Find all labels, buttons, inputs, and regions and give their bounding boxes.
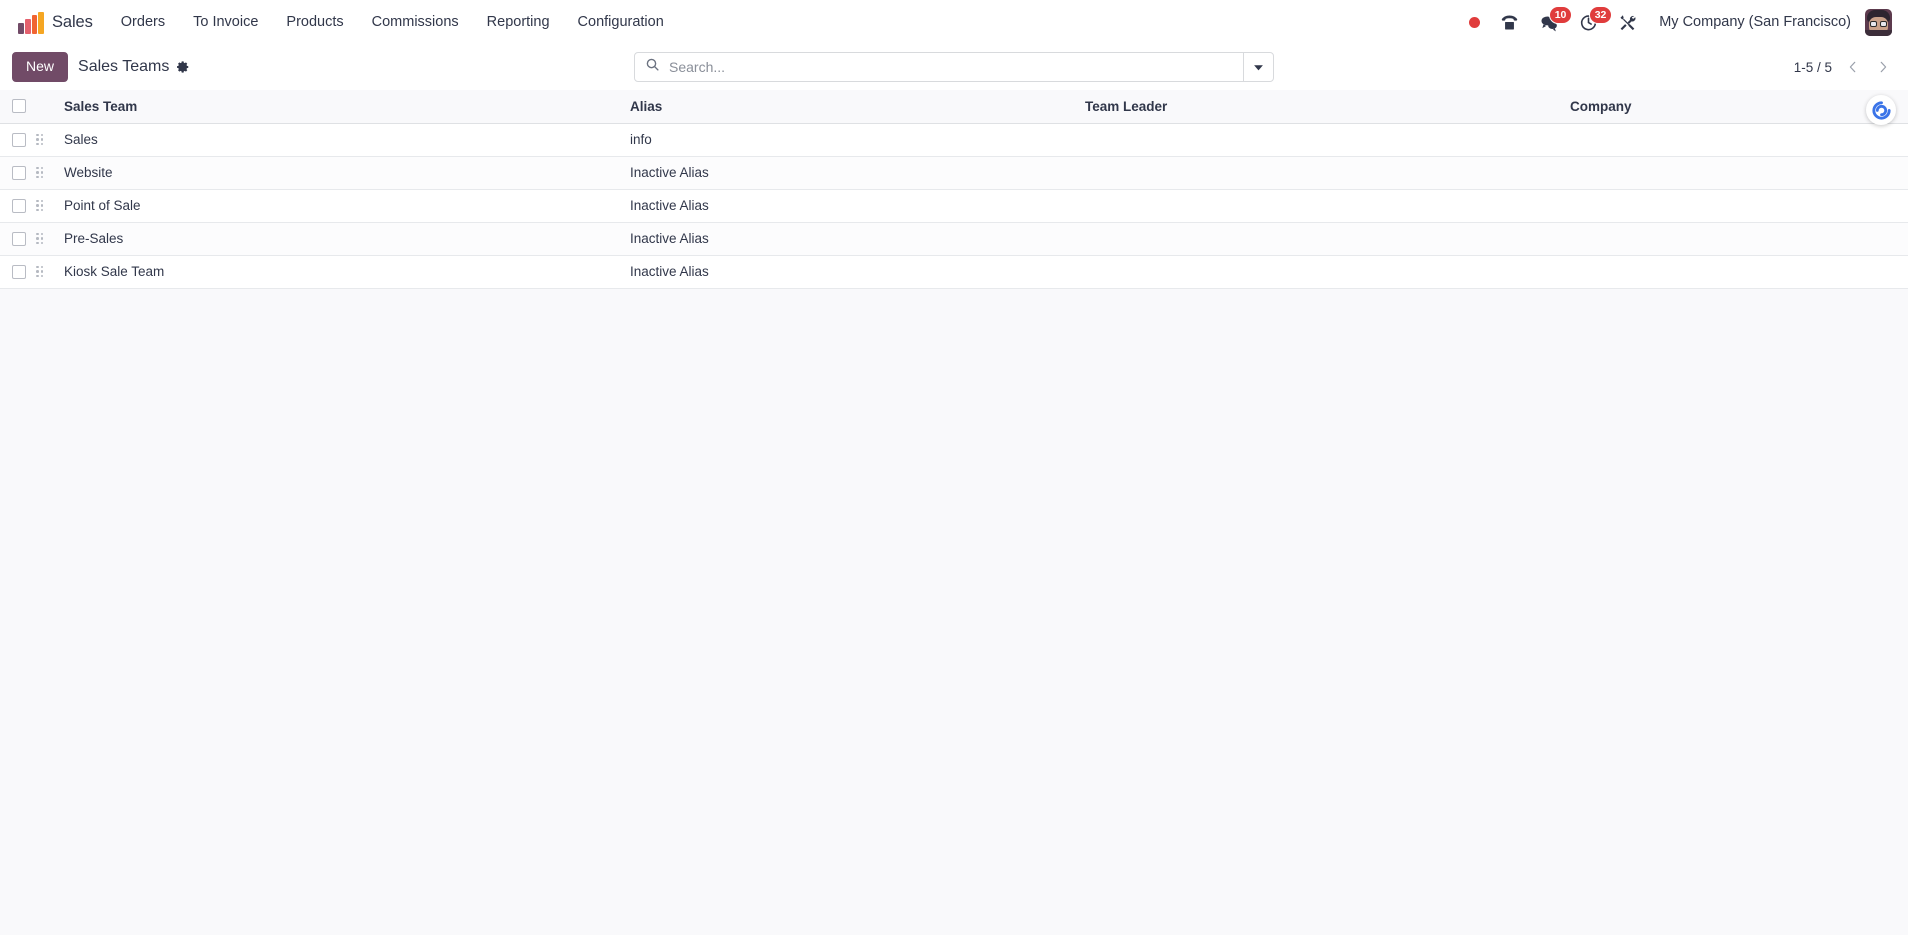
menu-commissions[interactable]: Commissions	[358, 0, 473, 45]
column-header-company[interactable]: Company	[1562, 90, 1908, 124]
breadcrumb: Sales Teams	[78, 58, 191, 76]
cell-team-leader[interactable]	[1077, 222, 1562, 256]
systray: 10 32 My Company (San Francisco)	[1459, 0, 1898, 45]
cell-company[interactable]	[1562, 222, 1908, 256]
control-panel-right: 1-5 / 5	[1790, 54, 1896, 80]
handle-header-cell	[36, 90, 56, 124]
drag-handle-icon[interactable]	[36, 232, 45, 245]
search-input-wrapper[interactable]	[635, 53, 1243, 81]
menu-orders[interactable]: Orders	[107, 0, 179, 45]
row-select-checkbox[interactable]	[12, 231, 26, 246]
row-select-cell	[0, 189, 36, 223]
drag-handle-icon[interactable]	[36, 265, 45, 278]
recording-indicator-icon[interactable]	[1459, 0, 1490, 45]
row-select-cell	[0, 156, 36, 190]
pager-previous-button[interactable]	[1840, 54, 1866, 80]
messages-icon[interactable]: 10	[1529, 0, 1572, 45]
pager-next-button[interactable]	[1870, 54, 1896, 80]
sales-bar-chart-logo	[18, 11, 44, 34]
search-dropdown-toggle[interactable]	[1243, 53, 1273, 81]
phone-icon[interactable]	[1490, 0, 1529, 45]
drag-handle-icon[interactable]	[36, 133, 45, 146]
cell-team-leader[interactable]	[1077, 123, 1562, 157]
row-select-checkbox[interactable]	[12, 198, 26, 213]
list-view-container: Sales Team Alias Team Leader Company Sal…	[0, 90, 1908, 935]
app-brand-sales[interactable]: Sales	[10, 0, 101, 45]
row-select-checkbox[interactable]	[12, 132, 26, 147]
row-handle-cell	[36, 255, 56, 289]
row-select-cell	[0, 222, 36, 256]
cell-company[interactable]	[1562, 255, 1908, 289]
table-body: Sales info Website Inactive Alias Point …	[0, 123, 1908, 289]
cell-sales-team[interactable]: Point of Sale	[56, 189, 622, 223]
drag-handle-icon[interactable]	[36, 199, 45, 212]
table-row[interactable]: Website Inactive Alias	[0, 156, 1908, 190]
menu-configuration[interactable]: Configuration	[564, 0, 678, 45]
cell-alias[interactable]: Inactive Alias	[622, 255, 1077, 289]
select-all-checkbox[interactable]	[12, 99, 26, 114]
column-header-sales-team[interactable]: Sales Team	[56, 90, 622, 124]
activities-icon[interactable]: 32	[1569, 0, 1612, 45]
menu-reporting[interactable]: Reporting	[473, 0, 564, 45]
control-panel: New Sales Teams Search... 1-5 / 5	[0, 45, 1908, 90]
table-row[interactable]: Pre-Sales Inactive Alias	[0, 222, 1908, 256]
breadcrumb-current: Sales Teams	[78, 58, 170, 75]
row-select-cell	[0, 123, 36, 157]
table-row[interactable]: Point of Sale Inactive Alias	[0, 189, 1908, 223]
row-handle-cell	[36, 123, 56, 157]
pager-range[interactable]: 1-5 / 5	[1790, 60, 1836, 75]
cell-sales-team[interactable]: Pre-Sales	[56, 222, 622, 256]
table-row[interactable]: Kiosk Sale Team Inactive Alias	[0, 255, 1908, 289]
cell-company[interactable]	[1562, 123, 1908, 157]
cell-company[interactable]	[1562, 189, 1908, 223]
menu-to-invoice[interactable]: To Invoice	[179, 0, 272, 45]
row-select-checkbox[interactable]	[12, 264, 26, 279]
cell-sales-team[interactable]: Kiosk Sale Team	[56, 255, 622, 289]
row-select-checkbox[interactable]	[12, 165, 26, 180]
cell-sales-team[interactable]: Sales	[56, 123, 622, 157]
cell-alias[interactable]: Inactive Alias	[622, 189, 1077, 223]
cell-alias[interactable]: info	[622, 123, 1077, 157]
column-header-alias[interactable]: Alias	[622, 90, 1077, 124]
cell-team-leader[interactable]	[1077, 255, 1562, 289]
select-all-cell	[0, 90, 36, 124]
app-name-label: Sales	[52, 13, 93, 31]
tools-icon[interactable]	[1608, 0, 1647, 45]
user-avatar[interactable]	[1865, 9, 1892, 36]
searchview[interactable]	[634, 52, 1274, 82]
menu-products[interactable]: Products	[272, 0, 357, 45]
sales-teams-table: Sales Team Alias Team Leader Company Sal…	[0, 90, 1908, 289]
cell-alias[interactable]: Inactive Alias	[622, 156, 1077, 190]
cell-company[interactable]	[1562, 156, 1908, 190]
drag-handle-icon[interactable]	[36, 166, 45, 179]
control-panel-left: New Sales Teams	[12, 51, 191, 83]
search-icon	[645, 57, 660, 77]
row-handle-cell	[36, 222, 56, 256]
cell-team-leader[interactable]	[1077, 156, 1562, 190]
company-switcher[interactable]: My Company (San Francisco)	[1647, 0, 1863, 45]
search-panel	[634, 52, 1274, 82]
table-header: Sales Team Alias Team Leader Company	[0, 90, 1908, 124]
cell-team-leader[interactable]	[1077, 189, 1562, 223]
table-row[interactable]: Sales info	[0, 123, 1908, 157]
search-input[interactable]	[669, 53, 1233, 81]
row-handle-cell	[36, 189, 56, 223]
row-select-cell	[0, 255, 36, 289]
new-button[interactable]: New	[12, 51, 69, 83]
row-handle-cell	[36, 156, 56, 190]
navbar-menus: Orders To Invoice Products Commissions R…	[107, 0, 678, 45]
top-navbar: Sales Orders To Invoice Products Commiss…	[0, 0, 1908, 45]
column-header-team-leader[interactable]: Team Leader	[1077, 90, 1562, 124]
gear-icon[interactable]	[175, 59, 191, 75]
cell-alias[interactable]: Inactive Alias	[622, 222, 1077, 256]
table-header-row: Sales Team Alias Team Leader Company	[0, 90, 1908, 124]
odoo-assistant-spiral-icon[interactable]	[1866, 95, 1896, 125]
cell-sales-team[interactable]: Website	[56, 156, 622, 190]
